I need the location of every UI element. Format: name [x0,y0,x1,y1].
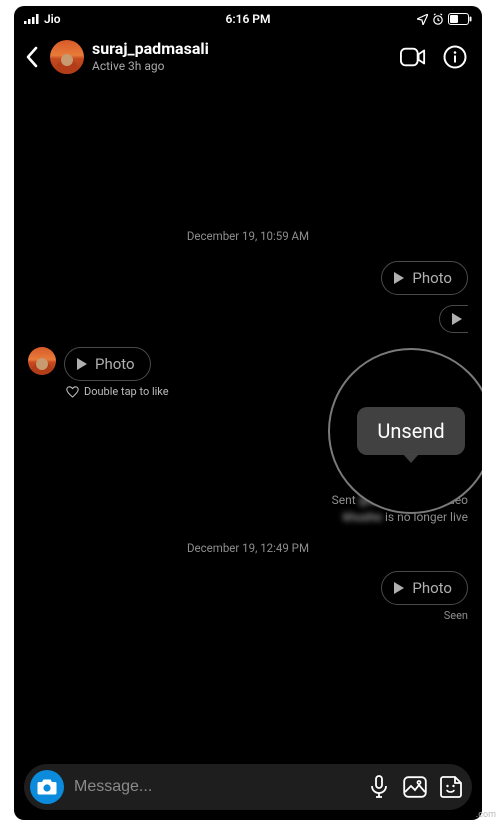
heart-icon [66,386,79,398]
unsend-menu-item[interactable]: Unsend [357,407,464,455]
header-actions [400,44,468,70]
timestamp: December 19, 12:49 PM [28,541,468,555]
conversation-header: suraj_padmasali Active 3h ago [14,32,482,84]
video-call-button[interactable] [400,44,426,70]
chat-body[interactable]: December 19, 10:59 AM Photo Photo Double [14,229,482,820]
sticker-button[interactable] [438,775,464,799]
carrier-name: Jio [44,12,61,26]
play-icon [452,313,462,325]
obscured-handle: khusho [343,510,382,524]
status-bar: Jio 6:16 PM [14,6,482,32]
status-left: Jio [24,12,173,26]
sent-photo-2-partial[interactable] [28,305,468,333]
gallery-button[interactable] [402,776,428,798]
camera-button[interactable] [30,770,64,804]
user-block[interactable]: suraj_padmasali Active 3h ago [92,40,392,73]
back-button[interactable] [24,46,42,68]
photo-label: Photo [412,579,452,597]
photo-label: Photo [95,355,135,373]
photo-pill-partial[interactable] [439,305,468,333]
play-icon [394,272,404,284]
location-arrow-icon [417,14,428,25]
activity-status: Active 3h ago [92,60,392,74]
battery-icon [448,13,472,25]
username: suraj_padmasali [92,40,392,58]
timestamp: December 19, 10:59 AM [28,229,468,243]
cellular-signal-icon [24,14,40,24]
info-button[interactable] [442,44,468,70]
clock: 6:16 PM [173,12,322,26]
play-icon [394,582,404,594]
message-composer [24,764,472,810]
play-icon [77,358,87,370]
status-right [323,13,472,25]
sent-photo-3[interactable]: Photo [28,571,468,605]
sent-prefix: Sent [332,493,356,507]
seen-indicator: Seen [28,609,468,622]
message-input[interactable] [74,778,356,796]
photo-pill[interactable]: Photo [64,347,151,381]
voice-button[interactable] [366,775,392,799]
magnified-tooltip: Unsend [328,348,482,514]
photo-pill[interactable]: Photo [381,261,468,295]
chat-screen: Jio 6:16 PM suraj_padmasali Active 3h ag… [14,6,482,820]
unsend-label: Unsend [377,419,444,443]
avatar[interactable] [50,40,84,74]
photo-label: Photo [412,269,452,287]
alarm-icon [432,13,444,25]
avatar-small[interactable] [28,347,56,375]
watermark: .com [476,810,496,820]
photo-pill[interactable]: Photo [381,571,468,605]
sent-photo-1[interactable]: Photo [28,261,468,295]
double-tap-label: Double tap to like [84,385,169,398]
